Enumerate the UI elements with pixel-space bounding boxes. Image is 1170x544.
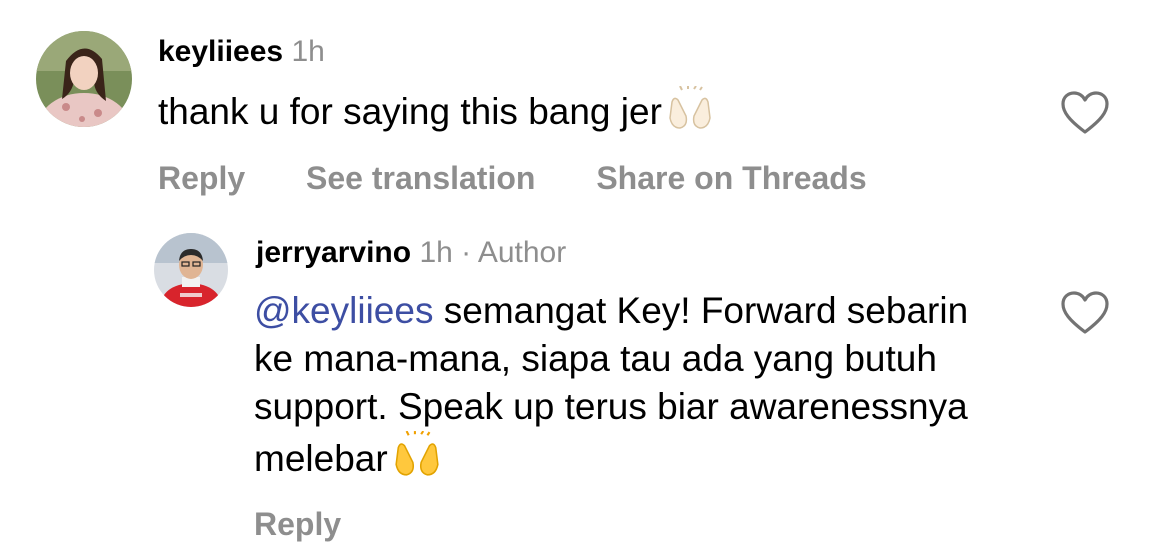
username[interactable]: keyliiees (158, 35, 283, 68)
comment-text: @keyliiees semangat Key! Forward sebarin… (254, 287, 1014, 483)
mention-link[interactable]: @keyliiees (254, 290, 433, 331)
separator: · (461, 236, 472, 269)
comment-text: thank u for saying this bang jer (158, 86, 714, 136)
timestamp: 1h (291, 35, 325, 68)
avatar-keyliiees[interactable] (36, 31, 132, 127)
comment-actions: Reply (254, 504, 341, 544)
author-badge: Author (477, 236, 567, 269)
username[interactable]: jerryarvino (256, 236, 411, 269)
raising-hands-icon (392, 431, 442, 477)
like-heart-icon[interactable] (1059, 90, 1111, 136)
comment-header: keyliiees 1h (158, 34, 325, 70)
reply-button[interactable]: Reply (158, 158, 245, 198)
timestamp: 1h (419, 236, 453, 269)
comment-body: thank u for saying this bang jer (158, 91, 662, 132)
comment-actions: Reply See translation Share on Threads (158, 158, 867, 198)
share-on-threads-button[interactable]: Share on Threads (596, 158, 866, 198)
reply-button[interactable]: Reply (254, 504, 341, 544)
comment-header: jerryarvino 1h · Author (256, 235, 566, 271)
avatar-jerryarvino[interactable] (154, 233, 228, 307)
like-heart-icon[interactable] (1059, 290, 1111, 336)
see-translation-button[interactable]: See translation (306, 158, 535, 198)
raising-hands-icon (666, 86, 714, 130)
